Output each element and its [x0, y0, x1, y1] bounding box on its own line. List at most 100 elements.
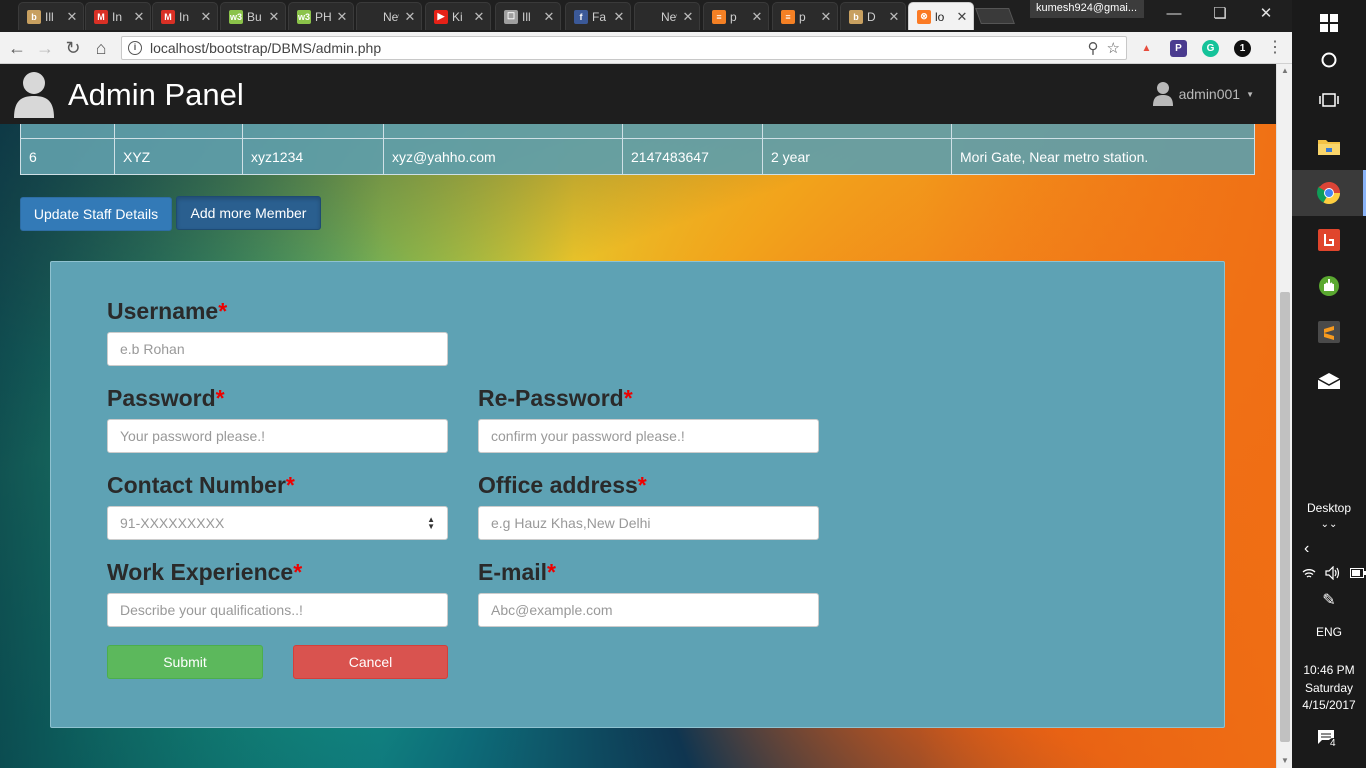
- volume-icon[interactable]: [1325, 566, 1341, 580]
- file-explorer-button[interactable]: [1292, 123, 1366, 169]
- double-chevron-down-icon[interactable]: ⌄⌄: [1292, 519, 1366, 530]
- browser-tab[interactable]: New T ✕: [356, 2, 422, 30]
- close-window-button[interactable]: ✕: [1246, 4, 1286, 24]
- bookmark-star-icon[interactable]: ☆: [1107, 39, 1120, 57]
- show-hidden-icons-chevron-icon[interactable]: ‹: [1292, 540, 1366, 558]
- close-tab-icon[interactable]: ✕: [472, 9, 486, 25]
- language-indicator[interactable]: ENG: [1292, 625, 1366, 639]
- task-view-button[interactable]: [1292, 77, 1366, 123]
- doc-favicon-icon: ☐: [504, 9, 518, 24]
- folder-icon: [1318, 140, 1340, 155]
- app-red-button[interactable]: [1292, 217, 1366, 263]
- password-input[interactable]: Your password please.!: [107, 419, 448, 453]
- cortana-circle-icon: [1321, 52, 1337, 68]
- close-tab-icon[interactable]: ✕: [955, 9, 969, 25]
- number-spinner-icon[interactable]: ▲ ▼: [427, 516, 435, 531]
- contact-number-input[interactable]: 91-XXXXXXXXX ▲ ▼: [107, 506, 448, 540]
- clock-time[interactable]: 10:46 PM: [1292, 663, 1366, 677]
- close-tab-icon[interactable]: ✕: [887, 9, 901, 25]
- extension-arc-icon[interactable]: ▲: [1138, 40, 1155, 57]
- extension-1-icon[interactable]: 1: [1234, 40, 1251, 57]
- clock-day[interactable]: Saturday: [1292, 681, 1366, 695]
- battery-icon[interactable]: [1350, 568, 1366, 578]
- user-dropdown[interactable]: admin001 ▼: [1152, 82, 1254, 106]
- browser-tab[interactable]: ⊗ lo ✕: [908, 2, 974, 30]
- browser-tab[interactable]: New T ✕: [634, 2, 700, 30]
- browser-tab[interactable]: f Fa ✕: [565, 2, 631, 30]
- browser-tab[interactable]: M In ✕: [152, 2, 218, 30]
- close-tab-icon[interactable]: ✕: [819, 9, 833, 25]
- xampp-favicon-icon: ⊗: [917, 9, 931, 24]
- email-label: E-mail*: [478, 559, 556, 585]
- address-bar[interactable]: i localhost/bootstrap/DBMS/admin.php ⚲ ☆: [121, 36, 1127, 60]
- work-experience-input[interactable]: Describe your qualifications..!: [107, 593, 448, 627]
- scroll-down-icon[interactable]: ▼: [1277, 754, 1293, 768]
- new-tab-button[interactable]: [975, 8, 1015, 24]
- app-green-button[interactable]: [1292, 263, 1366, 309]
- site-info-icon[interactable]: i: [128, 41, 142, 55]
- browser-tab[interactable]: w3 PH ✕: [288, 2, 354, 30]
- chrome-taskbar-button[interactable]: [1292, 170, 1366, 216]
- cancel-button[interactable]: Cancel: [293, 645, 448, 679]
- home-button[interactable]: ⌂: [90, 37, 112, 59]
- close-tab-icon[interactable]: ✕: [403, 9, 417, 25]
- sublime-text-button[interactable]: [1292, 309, 1366, 355]
- close-tab-icon[interactable]: ✕: [681, 9, 695, 25]
- forward-button[interactable]: →: [34, 37, 56, 59]
- username-input[interactable]: e.b Rohan: [107, 332, 448, 366]
- reload-button[interactable]: ↻: [62, 37, 84, 59]
- key-icon[interactable]: ⚲: [1088, 39, 1099, 57]
- extension-p-icon[interactable]: P: [1170, 40, 1187, 57]
- maximize-button[interactable]: ❏: [1200, 4, 1240, 24]
- tab-title: D: [867, 9, 876, 24]
- submit-button[interactable]: Submit: [107, 645, 263, 679]
- close-tab-icon[interactable]: ✕: [750, 9, 764, 25]
- tab-title: PH: [315, 9, 331, 24]
- profile-chip[interactable]: kumesh924@gmai...: [1030, 0, 1144, 18]
- table-cell: 2147483647: [622, 138, 763, 175]
- page-scrollbar[interactable]: ▲ ▼: [1276, 64, 1292, 768]
- browser-tab[interactable]: w3 Bu ✕: [220, 2, 286, 30]
- task-view-icon: [1319, 93, 1339, 107]
- browser-tab[interactable]: ≡ p ✕: [703, 2, 769, 30]
- wifi-icon[interactable]: [1302, 567, 1316, 579]
- chrome-menu-icon[interactable]: ⋮: [1264, 37, 1286, 59]
- browser-tab[interactable]: M In ✕: [85, 2, 151, 30]
- close-tab-icon[interactable]: ✕: [542, 9, 556, 25]
- tab-title: Bu: [247, 9, 262, 24]
- update-staff-button[interactable]: Update Staff Details: [20, 197, 172, 231]
- scroll-up-icon[interactable]: ▲: [1277, 64, 1293, 78]
- minimize-button[interactable]: —: [1154, 4, 1194, 24]
- desktop-toolbar-label[interactable]: Desktop: [1292, 501, 1366, 515]
- close-tab-icon[interactable]: ✕: [199, 9, 213, 25]
- action-center-button[interactable]: 4: [1318, 730, 1342, 752]
- table-cell: Mori Gate, Near metro station.: [951, 138, 1255, 175]
- table-row: 6 XYZ xyz1234 xyz@yahho.com 2147483647 2…: [20, 138, 1255, 175]
- scrollbar-thumb[interactable]: [1280, 292, 1290, 742]
- browser-tab[interactable]: ▶ Ki ✕: [425, 2, 491, 30]
- browser-tab[interactable]: ≡ p ✕: [772, 2, 838, 30]
- browser-tab[interactable]: b D ✕: [840, 2, 906, 30]
- close-tab-icon[interactable]: ✕: [612, 9, 626, 25]
- contact-placeholder: 91-XXXXXXXXX: [120, 515, 225, 531]
- office-address-input[interactable]: e.g Hauz Khas,New Delhi: [478, 506, 819, 540]
- repassword-input[interactable]: confirm your password please.!: [478, 419, 819, 453]
- pen-workspace-icon[interactable]: ✎: [1292, 590, 1366, 610]
- close-tab-icon[interactable]: ✕: [65, 9, 79, 25]
- close-tab-icon[interactable]: ✕: [132, 9, 146, 25]
- gmail-favicon-icon: M: [94, 9, 108, 24]
- username-group: Username* e.b Rohan: [107, 298, 448, 366]
- email-input[interactable]: Abc@example.com: [478, 593, 819, 627]
- user-avatar-icon: [14, 72, 54, 118]
- browser-tab[interactable]: ☐ Ill ✕: [495, 2, 561, 30]
- close-tab-icon[interactable]: ✕: [335, 9, 349, 25]
- browser-tab[interactable]: b Ill ✕: [18, 2, 84, 30]
- mail-button[interactable]: [1292, 358, 1366, 404]
- clock-date[interactable]: 4/15/2017: [1292, 698, 1366, 712]
- back-button[interactable]: ←: [6, 37, 28, 59]
- close-tab-icon[interactable]: ✕: [267, 9, 281, 25]
- tab-title: Fa: [592, 9, 607, 24]
- add-member-button[interactable]: Add more Member: [176, 196, 321, 230]
- grammarly-icon[interactable]: G: [1202, 40, 1219, 57]
- chevron-down-icon: ▼: [1246, 89, 1254, 99]
